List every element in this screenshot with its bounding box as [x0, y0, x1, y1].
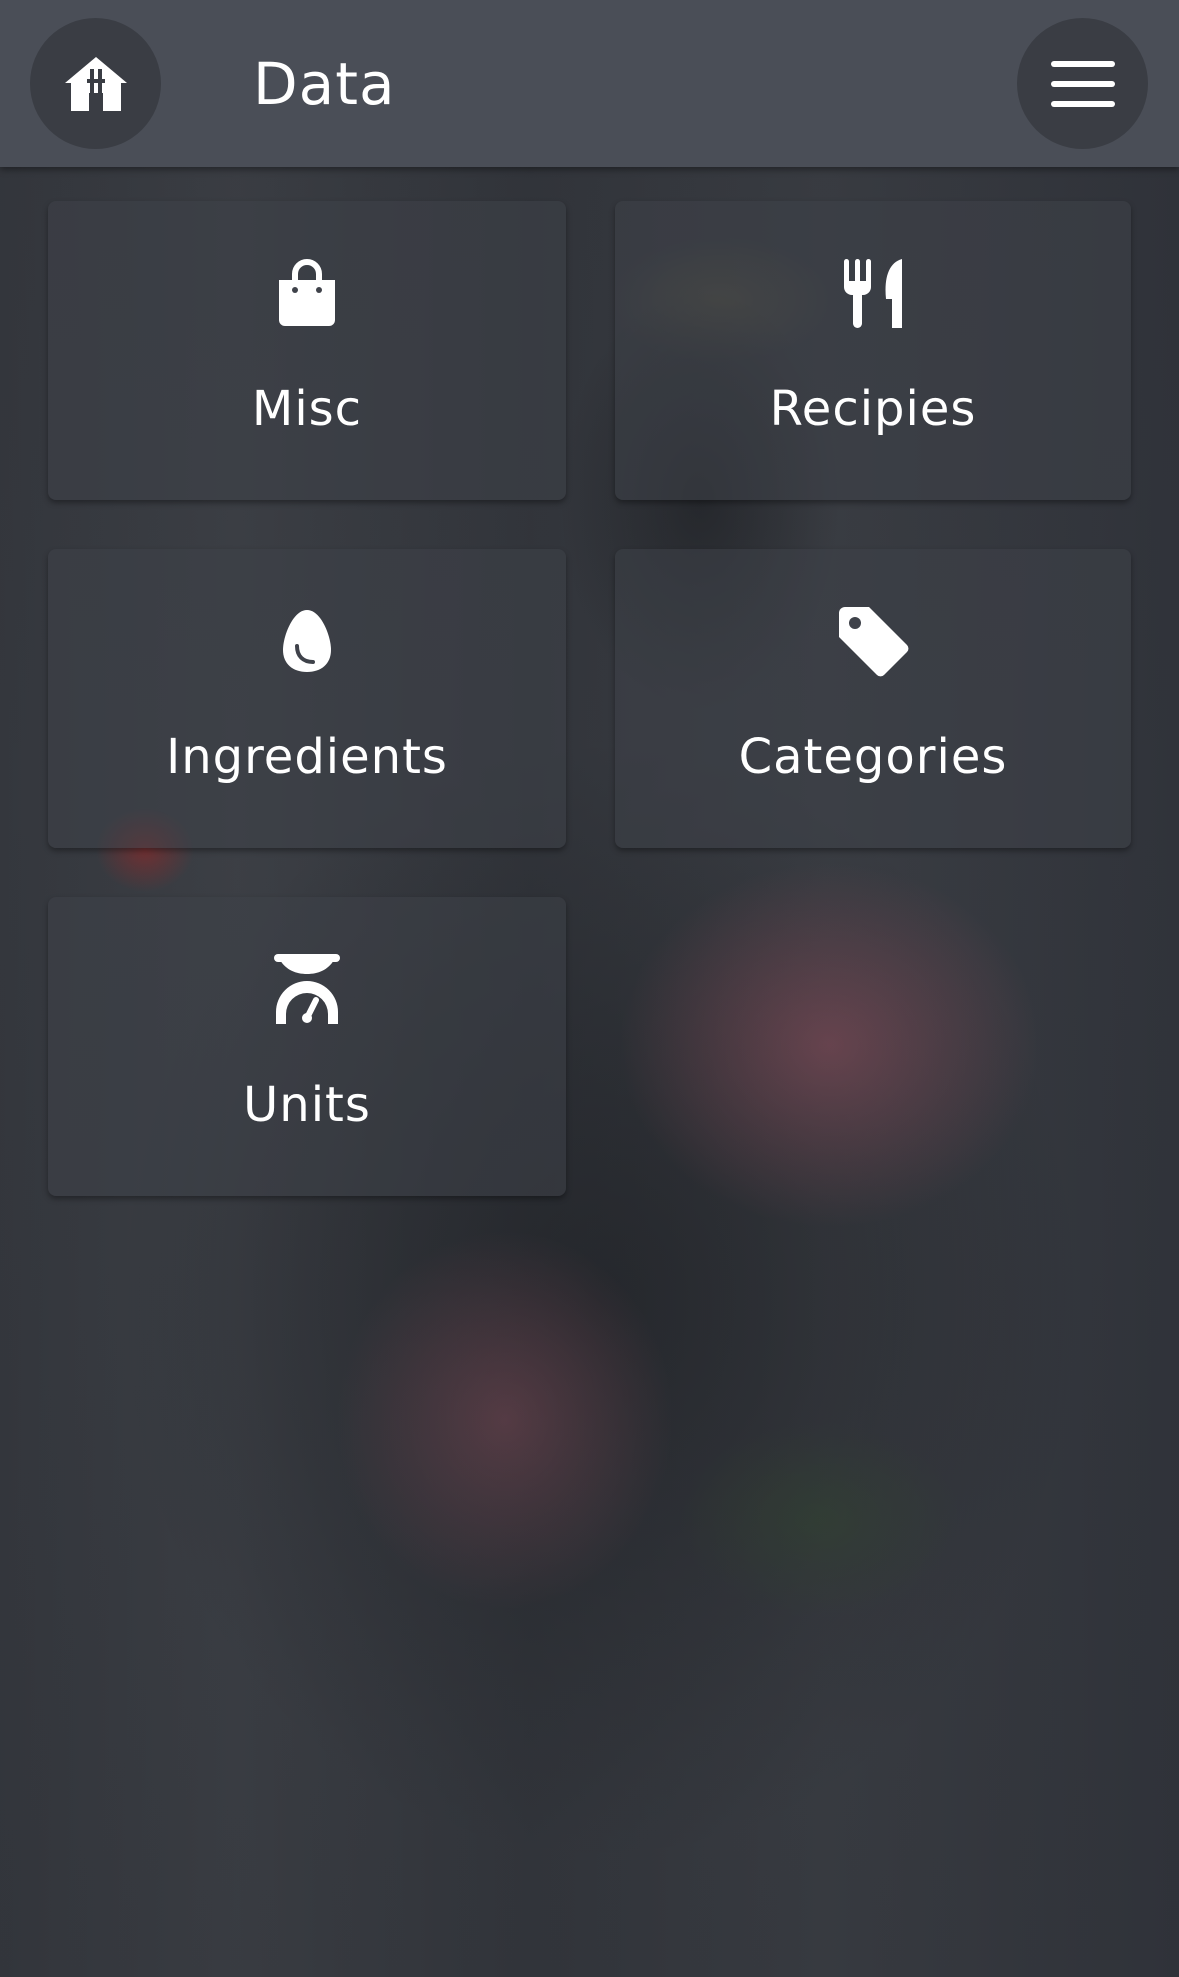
app-bar: Data — [0, 0, 1179, 167]
misc-card[interactable]: Misc — [48, 201, 566, 500]
page-title: Data — [253, 50, 396, 118]
misc-label: Misc — [251, 381, 363, 437]
units-card[interactable]: Units — [48, 897, 566, 1196]
menu-button[interactable] — [1017, 18, 1148, 149]
home-icon — [64, 56, 127, 111]
ingredients-card[interactable]: Ingredients — [48, 549, 566, 848]
data-menu-grid: Misc Recipies Ingredients Categories Uni… — [0, 0, 1179, 1977]
tag-icon — [833, 601, 913, 681]
categories-card[interactable]: Categories — [615, 549, 1131, 848]
recipies-card[interactable]: Recipies — [615, 201, 1131, 500]
home-button[interactable] — [30, 18, 161, 149]
hamburger-menu-icon — [1050, 60, 1115, 107]
shopping-bag-icon — [267, 253, 347, 333]
units-label: Units — [243, 1077, 371, 1133]
recipies-label: Recipies — [769, 381, 977, 437]
categories-label: Categories — [738, 729, 1008, 785]
egg-icon — [267, 601, 347, 681]
scale-icon — [267, 949, 347, 1029]
utensils-icon — [833, 253, 913, 333]
ingredients-label: Ingredients — [166, 729, 448, 785]
